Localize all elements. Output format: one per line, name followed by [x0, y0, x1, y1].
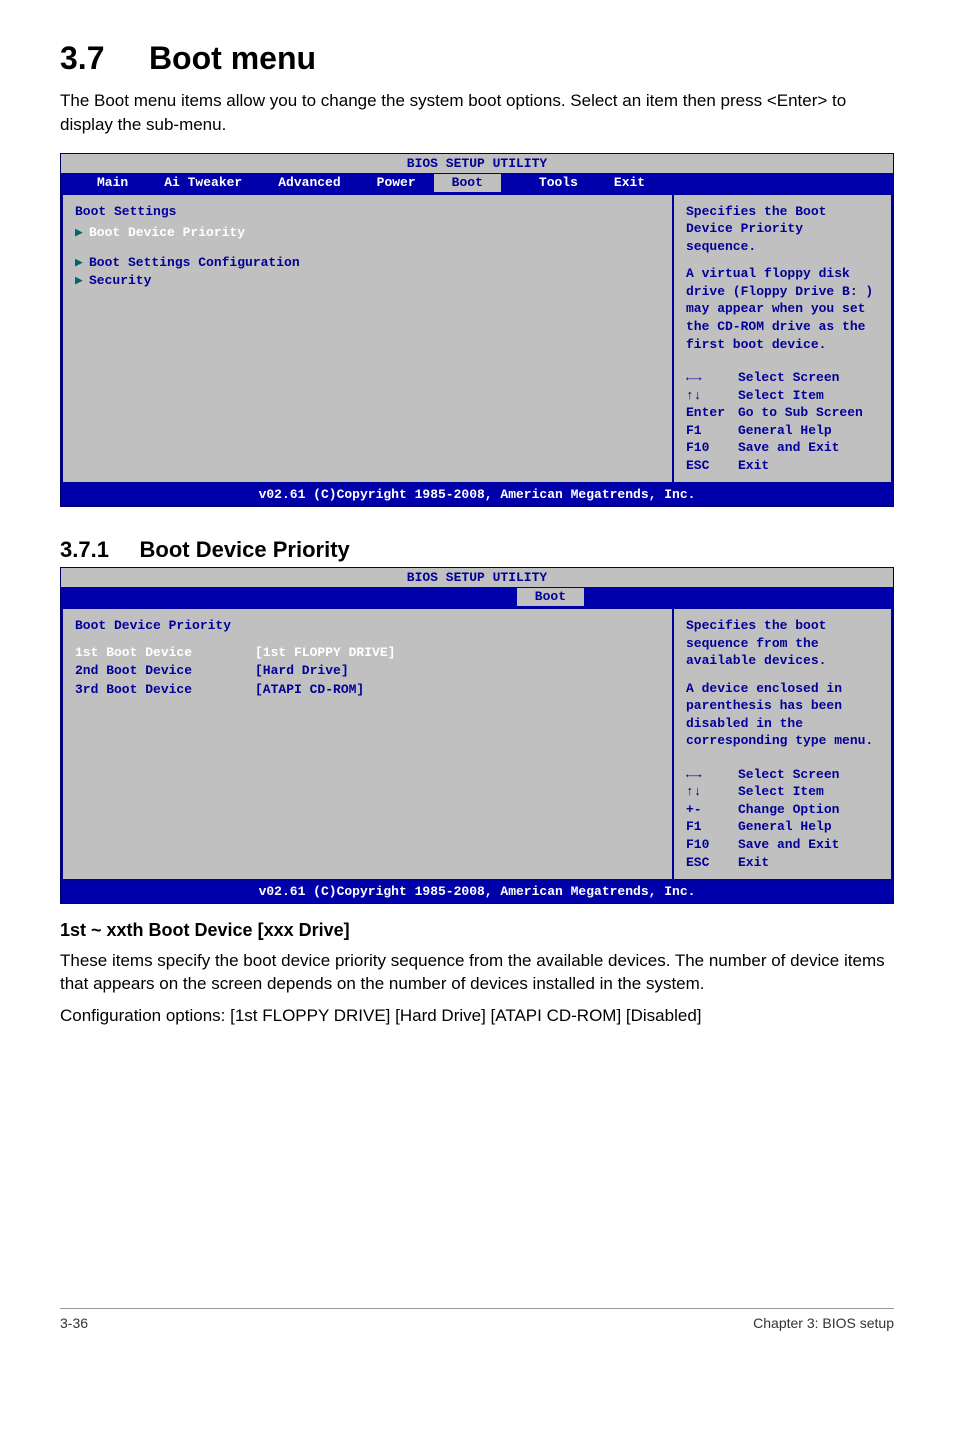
- help-text-top: Specifies the Boot Device Priority seque…: [686, 203, 879, 256]
- item-value: [1st FLOPPY DRIVE]: [255, 644, 395, 662]
- boot-settings-heading: Boot Settings: [75, 203, 660, 221]
- help-text-mid: A virtual floppy disk drive (Floppy Driv…: [686, 265, 879, 353]
- help-text-mid: A device enclosed in parenthesis has bee…: [686, 680, 879, 750]
- page-number: 3-36: [60, 1315, 88, 1331]
- nav-action: Select Item: [738, 783, 824, 801]
- nav-keys: ←→ Select Screen ↑↓ Select Item +- Change O…: [686, 766, 879, 871]
- bios-footer: v02.61 (C)Copyright 1985-2008, American …: [61, 484, 893, 506]
- subsection-number: 3.7.1: [60, 537, 109, 562]
- option-description-2: Configuration options: [1st FLOPPY DRIVE…: [60, 1004, 894, 1028]
- nav-key: ESC: [686, 457, 728, 475]
- tab-boot[interactable]: Boot: [434, 174, 501, 192]
- nav-action: Save and Exit: [738, 439, 839, 457]
- bios-footer: v02.61 (C)Copyright 1985-2008, American …: [61, 881, 893, 903]
- bios-left-pane: Boot Settings ▶ Boot Device Priority ▶ B…: [61, 193, 673, 485]
- nav-key: ↑↓: [686, 783, 728, 801]
- boot-device-priority-heading: Boot Device Priority: [75, 617, 660, 635]
- tab-ai-tweaker[interactable]: Ai Tweaker: [146, 174, 260, 192]
- nav-key: ←→: [686, 369, 728, 387]
- bios-screen-boot-menu: BIOS SETUP UTILITY Main Ai Tweaker Advan…: [60, 153, 894, 507]
- section-name: Boot menu: [149, 40, 316, 76]
- subsection-title: 3.7.1 Boot Device Priority: [60, 537, 894, 563]
- subsection-name: Boot Device Priority: [140, 537, 350, 562]
- item-label: Security: [89, 272, 151, 290]
- nav-action: Select Item: [738, 387, 824, 405]
- nav-action: Change Option: [738, 801, 839, 819]
- bios-title: BIOS SETUP UTILITY: [61, 568, 893, 588]
- item-value: [ATAPI CD-ROM]: [255, 681, 364, 699]
- section-title: 3.7 Boot menu: [60, 40, 894, 77]
- menu-item-3rd-boot-device[interactable]: 3rd Boot Device [ATAPI CD-ROM]: [75, 681, 660, 699]
- nav-key: F10: [686, 439, 728, 457]
- bios-screen-boot-device-priority: BIOS SETUP UTILITY Boot Boot Device Prio…: [60, 567, 894, 904]
- item-label: 1st Boot Device: [75, 644, 255, 662]
- item-label: 2nd Boot Device: [75, 662, 255, 680]
- nav-action: Exit: [738, 457, 769, 475]
- option-heading: 1st ~ xxth Boot Device [xxx Drive]: [60, 920, 894, 941]
- nav-key: ←→: [686, 766, 728, 784]
- nav-keys: ←→ Select Screen ↑↓ Select Item Enter Go to…: [686, 369, 879, 474]
- bios-tab-bar: Main Ai Tweaker Advanced Power Boot Tool…: [61, 173, 893, 193]
- item-label: Boot Device Priority: [89, 224, 245, 242]
- option-description-1: These items specify the boot device prio…: [60, 949, 894, 997]
- tab-tools[interactable]: Tools: [521, 174, 596, 192]
- submenu-arrow-icon: ▶: [75, 272, 89, 290]
- help-text-top: Specifies the boot sequence from the ava…: [686, 617, 879, 670]
- section-description: The Boot menu items allow you to change …: [60, 89, 894, 137]
- menu-item-boot-settings-config[interactable]: ▶ Boot Settings Configuration: [75, 254, 660, 272]
- nav-key: ↑↓: [686, 387, 728, 405]
- menu-item-boot-device-priority[interactable]: ▶ Boot Device Priority: [75, 224, 660, 242]
- page-footer: 3-36 Chapter 3: BIOS setup: [60, 1308, 894, 1331]
- chapter-label: Chapter 3: BIOS setup: [753, 1315, 894, 1331]
- submenu-arrow-icon: ▶: [75, 224, 89, 242]
- section-number: 3.7: [60, 40, 104, 76]
- tab-main[interactable]: Main: [79, 174, 146, 192]
- bios-title: BIOS SETUP UTILITY: [61, 154, 893, 174]
- tab-advanced[interactable]: Advanced: [260, 174, 358, 192]
- tab-boot[interactable]: Boot: [517, 588, 584, 606]
- nav-key: Enter: [686, 404, 728, 422]
- bios-tab-bar: Boot: [61, 587, 893, 607]
- menu-item-security[interactable]: ▶ Security: [75, 272, 660, 290]
- item-label: 3rd Boot Device: [75, 681, 255, 699]
- nav-action: General Help: [738, 422, 832, 440]
- nav-key: ESC: [686, 854, 728, 872]
- nav-action: Select Screen: [738, 766, 839, 784]
- submenu-arrow-icon: ▶: [75, 254, 89, 272]
- tab-power[interactable]: Power: [359, 174, 434, 192]
- nav-action: Save and Exit: [738, 836, 839, 854]
- bios-help-pane: Specifies the Boot Device Priority seque…: [673, 193, 893, 485]
- menu-item-2nd-boot-device[interactable]: 2nd Boot Device [Hard Drive]: [75, 662, 660, 680]
- item-label: Boot Settings Configuration: [89, 254, 300, 272]
- nav-action: Select Screen: [738, 369, 839, 387]
- nav-key: F1: [686, 422, 728, 440]
- nav-action: Go to Sub Screen: [738, 404, 863, 422]
- tab-exit[interactable]: Exit: [596, 174, 663, 192]
- nav-key: F10: [686, 836, 728, 854]
- item-value: [Hard Drive]: [255, 662, 349, 680]
- bios-left-pane: Boot Device Priority 1st Boot Device [1s…: [61, 607, 673, 881]
- bios-help-pane: Specifies the boot sequence from the ava…: [673, 607, 893, 881]
- menu-item-1st-boot-device[interactable]: 1st Boot Device [1st FLOPPY DRIVE]: [75, 644, 660, 662]
- nav-key: F1: [686, 818, 728, 836]
- nav-action: Exit: [738, 854, 769, 872]
- nav-key: +-: [686, 801, 728, 819]
- nav-action: General Help: [738, 818, 832, 836]
